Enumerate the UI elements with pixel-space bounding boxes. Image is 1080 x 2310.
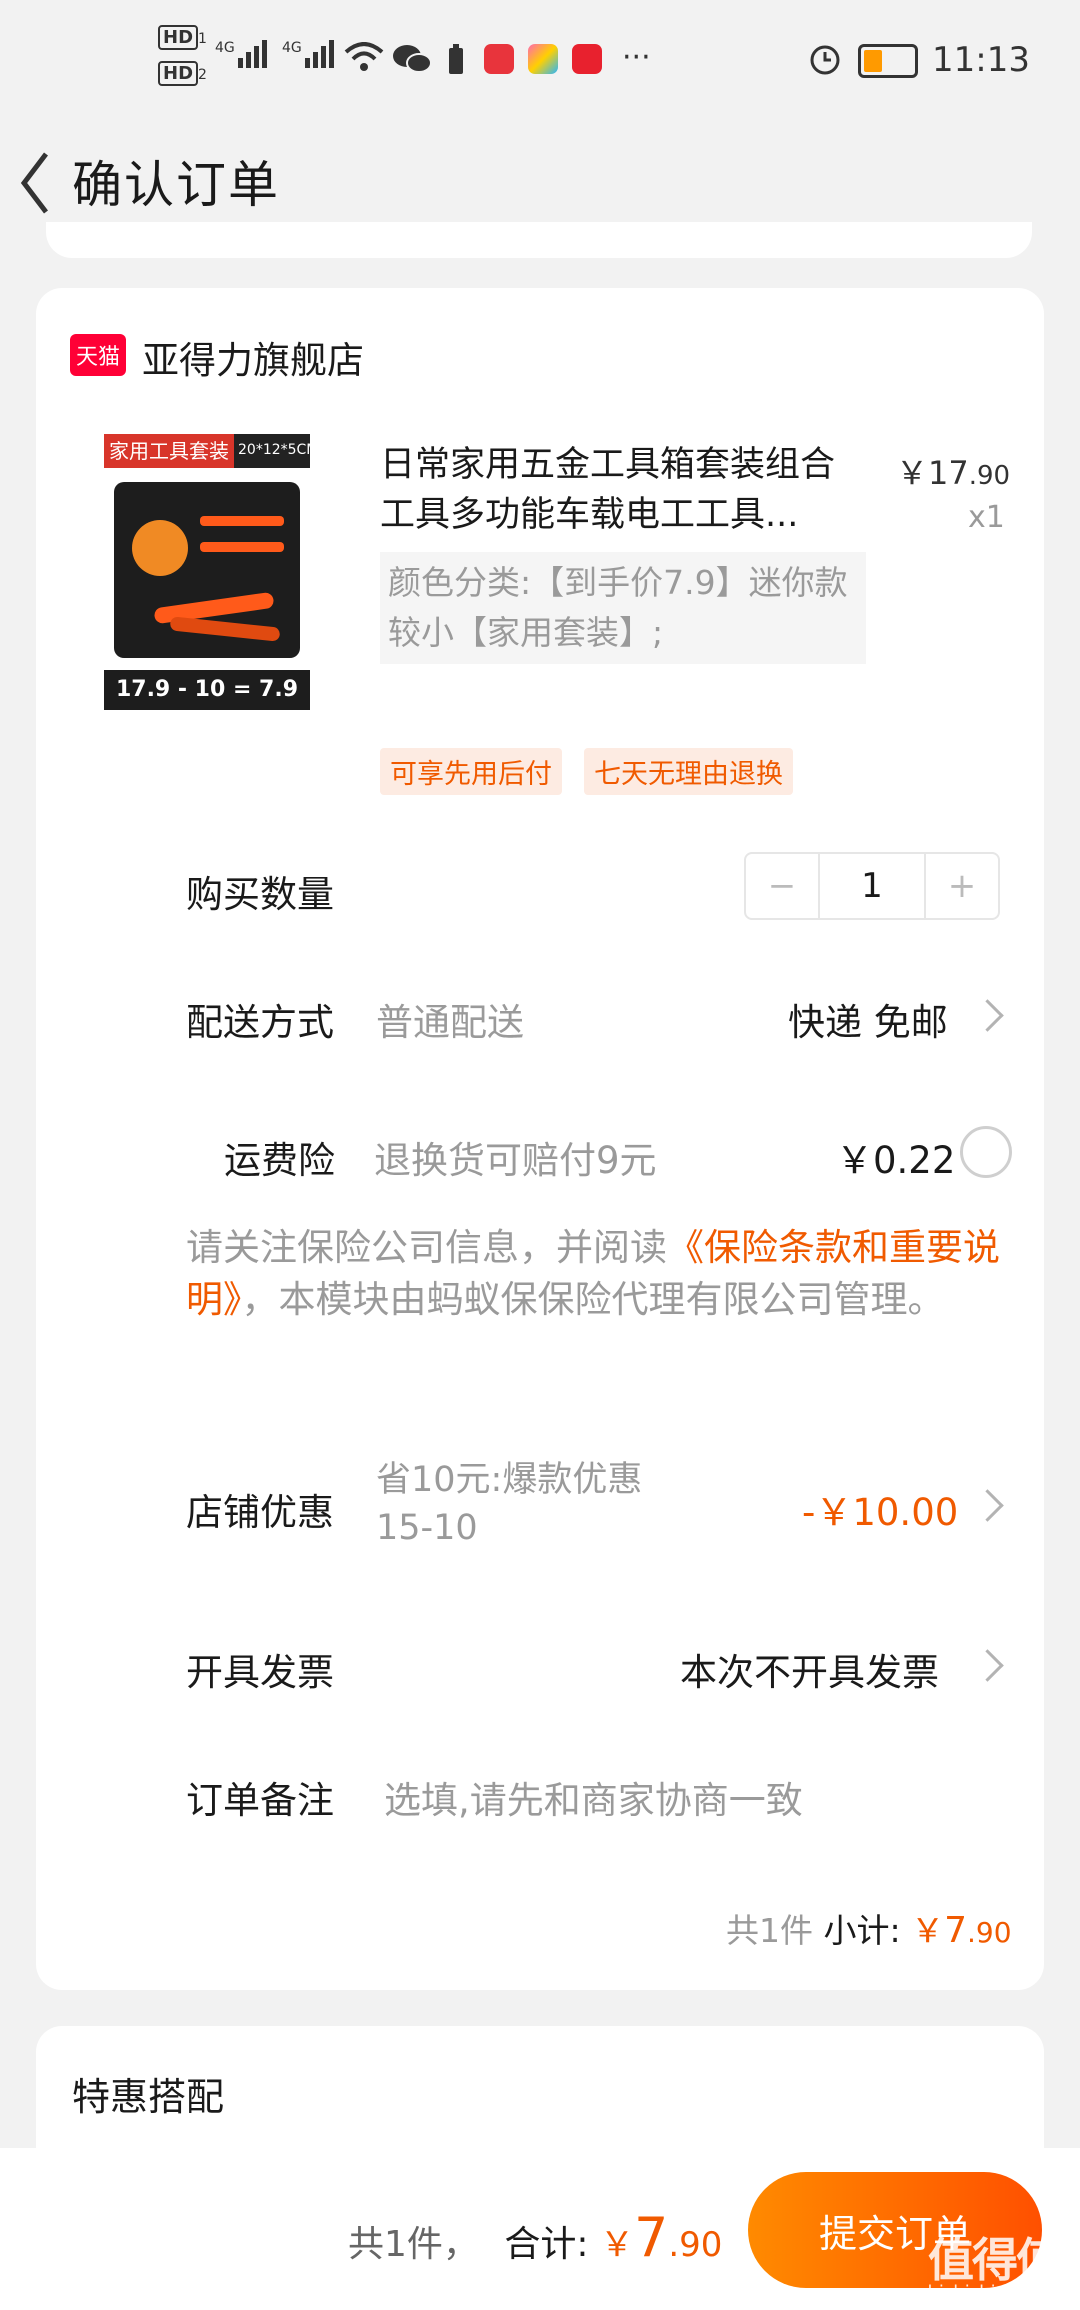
battery-icon (858, 44, 918, 78)
invoice-label: 开具发票 (186, 1651, 334, 1694)
shop-discount-value: -￥10.00 (802, 1491, 959, 1534)
delivery-label: 配送方式 (186, 1001, 334, 1044)
insurance-label: 运费险 (224, 1139, 335, 1182)
store-name[interactable]: 亚得力旗舰店 (142, 330, 364, 384)
status-bar: HD 1 HD 2 4G 4G ··· 11:13 (0, 0, 1080, 130)
previous-card-edge (46, 222, 1032, 258)
shop-discount-description: 省10元:爆款优惠15-10 (376, 1460, 643, 1548)
product-image-size: 20*12*5CM (238, 442, 319, 458)
app-icon-1 (484, 44, 514, 74)
more-notifications-icon: ··· (622, 40, 651, 75)
toolbox-illustration (114, 482, 300, 658)
product-title[interactable]: 日常家用五金工具箱套装组合工具多功能车载电工工具... (380, 440, 860, 540)
insurance-price: ￥0.22 (836, 1139, 956, 1182)
watermark-logo: 值得值 (928, 2233, 1062, 2287)
wechat-icon (393, 45, 432, 73)
signal-2-icon: 4G (282, 40, 337, 68)
tag-seven-day-return: 七天无理由退换 (584, 748, 793, 795)
shop-discount-label: 店铺优惠 (186, 1491, 334, 1534)
product-image[interactable]: 家用工具套装 20*12*5CM 17.9 - 10 = 7.9 (104, 434, 318, 710)
signal-1-icon: 4G (215, 40, 270, 68)
alarm-icon (810, 45, 840, 75)
product-image-caption: 家用工具套装 (104, 434, 234, 468)
subtotal: 共1件 小计: ￥7.90 (726, 1910, 1012, 1951)
invoice-value: 本次不开具发票 (680, 1651, 939, 1694)
insurance-description: 退换货可赔付9元 (374, 1139, 657, 1182)
hd-indicator-2: HD 2 (158, 61, 207, 86)
product-variant[interactable]: 颜色分类:【到手价7.9】迷你款较小【家用套装】; (380, 552, 866, 664)
battery-saver-icon (449, 44, 463, 74)
product-image-price: 17.9 - 10 = 7.9 (104, 670, 310, 710)
page-title: 确认订单 (72, 156, 280, 214)
quantity-input[interactable]: 1 (818, 854, 926, 918)
order-remark-input[interactable]: 选填,请先和商家协商一致 (384, 1770, 803, 1824)
status-time: 11:13 (932, 40, 1030, 80)
order-total: 共1件， 合计: ￥7.90 (348, 2206, 723, 2269)
insurance-radio[interactable] (960, 1126, 1012, 1178)
watermark-url: zhizhizhi.com (918, 2282, 1040, 2303)
product-price: ￥17.90 (896, 454, 1011, 492)
back-arrow-icon[interactable] (14, 148, 54, 218)
app-icon-2 (528, 44, 558, 74)
quantity-stepper: − 1 + (744, 852, 1000, 920)
insurance-notice: 请关注保险公司信息，并阅读《保险条款和重要说明》，本模块由蚂蚁保保险代理有限公司… (186, 1226, 1000, 1321)
tag-pay-later: 可享先用后付 (380, 748, 562, 795)
quantity-plus-button[interactable]: + (926, 854, 998, 918)
delivery-method: 普通配送 (376, 1001, 524, 1044)
order-remark-label: 订单备注 (186, 1779, 334, 1822)
product-quantity: x1 (968, 500, 1005, 535)
app-icon-3 (572, 44, 602, 74)
hd-indicator-1: HD 1 (158, 25, 207, 50)
quantity-minus-button[interactable]: − (746, 854, 818, 918)
quantity-label: 购买数量 (186, 873, 334, 916)
special-offer-title: 特惠搭配 (72, 2075, 225, 2119)
tmall-badge-icon: 天猫 (70, 334, 126, 376)
wifi-icon (344, 42, 384, 71)
delivery-option: 快递 免邮 (788, 1001, 948, 1044)
